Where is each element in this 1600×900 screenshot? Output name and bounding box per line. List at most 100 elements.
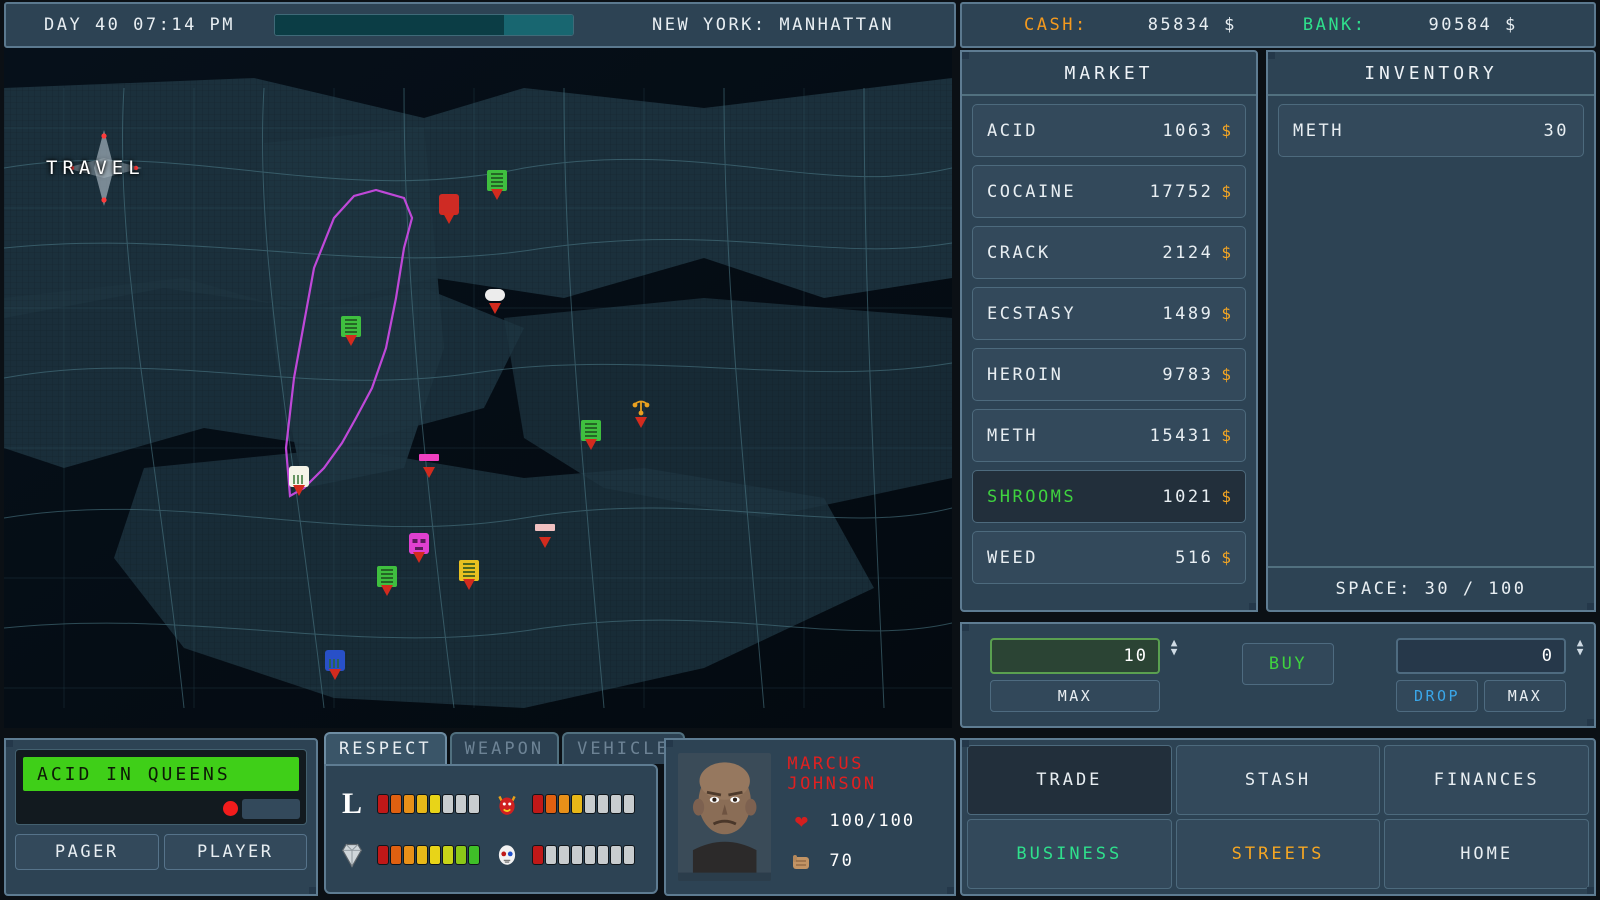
diamond-icon [336,837,368,873]
pin-white-cloud[interactable] [482,284,508,318]
buy-quantity-input[interactable]: 10 [990,638,1160,674]
market-row[interactable]: WEED516$ [972,531,1246,584]
respect-panel: RESPECTWEAPONVEHICLE L [324,732,658,896]
skull-mask-icon [491,837,523,873]
travel-label: TRAVEL [46,157,145,179]
nav-button-stash[interactable]: STASH [1176,745,1381,815]
inventory-item-qty: 30 [1544,121,1569,141]
inventory-row[interactable]: METH30 [1278,104,1584,157]
market-row[interactable]: HEROIN9783$ [972,348,1246,401]
respect-bar [532,845,635,865]
nav-button-streets[interactable]: STREETS [1176,819,1381,889]
market-row[interactable]: ACID1063$ [972,104,1246,157]
market-title: MARKET [962,52,1256,96]
respect-bar-segment [584,845,596,865]
pager-slot [242,799,300,819]
navigation-panel: TRADESTASHFINANCES BUSINESSSTREETSHOME [960,738,1596,896]
respect-tabs: RESPECTWEAPONVEHICLE [324,732,658,764]
nav-button-business[interactable]: BUSINESS [967,819,1172,889]
respect-bar-segment [532,845,544,865]
travel-control[interactable]: TRAVEL [34,148,164,188]
currency-symbol: $ [1221,487,1231,506]
market-item-name: METH [987,426,1150,446]
map-pin-body [325,650,345,671]
market-row[interactable]: COCAINE17752 $ [972,165,1246,218]
respect-bar-segment [545,845,557,865]
pin-white-bank[interactable] [286,466,312,500]
sell-stepper-arrows-icon[interactable]: ▲▼ [1572,638,1588,656]
respect-stats: L [324,764,658,894]
pin-orange-scale[interactable] [628,398,654,432]
map-pin-tip [413,552,425,563]
drop-button[interactable]: DROP [1396,680,1478,712]
market-list[interactable]: ACID1063$COCAINE17752$CRACK2124$ECSTASY1… [962,96,1256,600]
sell-quantity-input[interactable]: 0 [1396,638,1566,674]
sell-max-button[interactable]: MAX [1484,680,1566,712]
pager-tab-player[interactable]: PLAYER [164,834,308,870]
respect-tab-respect[interactable]: RESPECT [324,732,447,764]
pin-green-money[interactable] [484,170,510,204]
market-row[interactable]: ECSTASY1489$ [972,287,1246,340]
respect-bar-segment [455,794,467,814]
inventory-list[interactable]: METH30 [1268,96,1594,173]
currency-symbol: $ [1221,304,1231,323]
pin-blue-dome[interactable] [322,650,348,684]
cash-label: CASH: [1024,15,1088,35]
pin-pink-bar-2[interactable] [532,518,558,552]
map-pin-body [289,466,309,487]
respect-bar-segment [377,794,389,814]
map-pin-tip [329,669,341,680]
day-time-label: DAY 40 07:14 PM [44,15,274,35]
letter-l-icon: L [336,786,368,822]
market-item-name: COCAINE [987,182,1150,202]
buy-button[interactable]: BUY [1242,643,1334,685]
market-item-price: 15431 [1150,426,1214,446]
pin-green-money-2[interactable] [338,316,364,350]
nav-button-home[interactable]: HOME [1384,819,1589,889]
time-progress-bar [274,14,574,36]
pager-tab-pager[interactable]: PAGER [15,834,159,870]
market-item-price: 1489 [1162,304,1213,324]
map-pin-body [439,194,459,215]
district-label: NEW YORK: MANHATTAN [652,15,894,35]
pager-panel: ACID IN QUEENS PAGERPLAYER [4,738,318,896]
currency-symbol: $ [1221,243,1231,262]
market-item-price: 516 [1175,548,1213,568]
pin-green-money-4[interactable] [374,566,400,600]
map-pin-body [485,289,505,301]
player-health-value: 100/100 [829,811,915,831]
currency-symbol: $ [1221,182,1231,201]
top-bar: DAY 40 07:14 PM NEW YORK: MANHATTAN CASH… [0,0,1600,46]
market-item-name: WEED [987,548,1175,568]
respect-stat [336,837,491,873]
pin-magenta-mask[interactable] [406,533,432,567]
pin-pink-bar[interactable] [416,448,442,482]
nav-button-trade[interactable]: TRADE [967,745,1172,815]
buy-max-button[interactable]: MAX [990,680,1160,712]
map-pin-tip [539,537,551,548]
respect-bar-segment [442,845,454,865]
respect-bar [377,794,480,814]
pin-green-money-3[interactable] [578,420,604,454]
player-avatar [678,753,771,881]
inventory-panel: INVENTORY METH30 SPACE: 30 / 100 [1266,50,1596,612]
market-row[interactable]: SHROOMS1021$ [972,470,1246,523]
respect-bar-segment [558,794,570,814]
buy-stepper-arrows-icon[interactable]: ▲▼ [1166,638,1182,656]
map-pin-tip [489,303,501,314]
pin-yellow-money[interactable] [456,560,482,594]
market-row[interactable]: CRACK2124$ [972,226,1246,279]
respect-stat [491,837,646,873]
map-pin-body [535,524,555,531]
nav-button-finances[interactable]: FINANCES [1384,745,1589,815]
time-progress-remainder [504,15,573,35]
city-map[interactable]: TRAVEL [4,48,952,728]
respect-bar-segment [623,845,635,865]
pin-red-building[interactable] [436,194,462,228]
respect-bar-segment [390,794,402,814]
market-row[interactable]: METH15431$ [972,409,1246,462]
respect-bar [377,845,480,865]
currency-symbol: $ [1221,121,1231,140]
market-item-price: 17752 [1150,182,1214,202]
respect-tab-weapon[interactable]: WEAPON [450,732,559,764]
